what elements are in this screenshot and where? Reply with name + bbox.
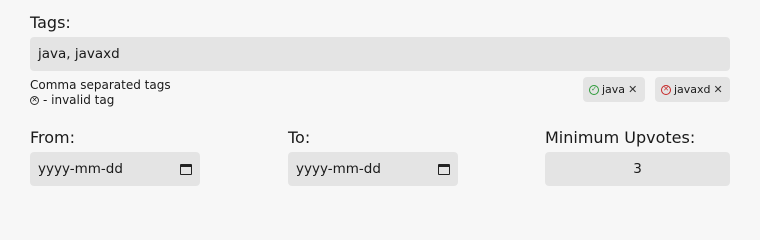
close-icon[interactable]: ✕ bbox=[714, 83, 723, 96]
tags-input-value: java, javaxd bbox=[38, 46, 120, 62]
tag-chip-label: javaxd bbox=[674, 83, 711, 96]
to-date-placeholder: yyyy-mm-dd bbox=[296, 161, 381, 177]
invalid-tag-legend: ✕ - invalid tag bbox=[30, 93, 114, 107]
tag-chip-label: java bbox=[602, 83, 626, 96]
from-date-input[interactable]: yyyy-mm-dd bbox=[30, 152, 200, 186]
minimum-upvotes-input[interactable]: 3 bbox=[545, 152, 730, 186]
to-label: To: bbox=[288, 128, 311, 147]
tags-help-text: Comma separated tags bbox=[30, 78, 171, 92]
invalid-tag-legend-text: - invalid tag bbox=[43, 93, 115, 107]
from-date-placeholder: yyyy-mm-dd bbox=[38, 161, 123, 177]
x-circle-icon: ✕ bbox=[661, 84, 671, 95]
minimum-upvotes-value: 3 bbox=[633, 161, 642, 177]
minimum-upvotes-label: Minimum Upvotes: bbox=[545, 128, 696, 147]
calendar-icon[interactable] bbox=[438, 163, 450, 175]
from-label: From: bbox=[30, 128, 76, 147]
tags-input[interactable]: java, javaxd bbox=[30, 37, 730, 71]
x-circle-icon: ✕ bbox=[30, 95, 39, 105]
to-date-input[interactable]: yyyy-mm-dd bbox=[288, 152, 458, 186]
check-circle-icon: ✓ bbox=[589, 84, 599, 95]
tags-label: Tags: bbox=[30, 13, 71, 32]
calendar-icon[interactable] bbox=[180, 163, 192, 175]
tag-chip-java: ✓ java ✕ bbox=[583, 77, 645, 102]
tag-chip-javaxd: ✕ javaxd ✕ bbox=[655, 77, 730, 102]
close-icon[interactable]: ✕ bbox=[628, 83, 637, 96]
